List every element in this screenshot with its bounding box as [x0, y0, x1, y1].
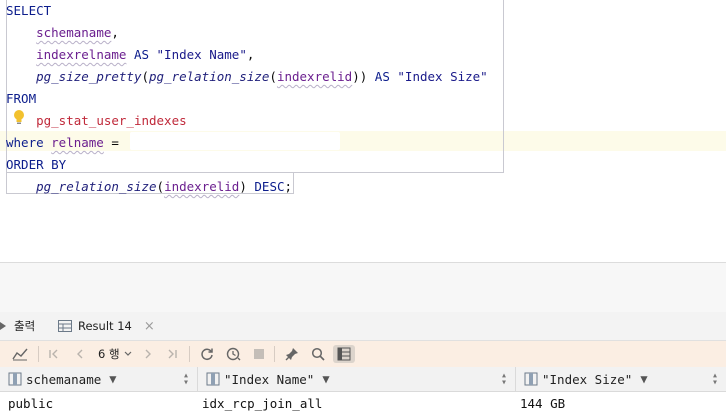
code-token: "Index Name" — [156, 47, 247, 62]
filter-icon[interactable]: ▼ — [640, 372, 647, 386]
code-token: , — [111, 25, 119, 40]
stop-icon[interactable] — [251, 345, 267, 363]
previous-page-icon[interactable] — [72, 345, 88, 363]
code-line[interactable]: SELECT — [6, 0, 488, 22]
grid-header: schemaname ▼ ▴ ▾ "Index Name" ▼ ▴ ▾ "Index… — [0, 367, 726, 392]
sort-icon[interactable]: ▴ ▾ — [183, 371, 189, 388]
search-icon[interactable] — [309, 345, 327, 363]
code-token: pg_size_pretty — [36, 69, 142, 84]
tab-result-label: Result 14 — [78, 319, 132, 333]
code-token: , — [246, 47, 255, 62]
code-token: ORDER BY — [6, 157, 67, 172]
code-token: DESC — [254, 179, 285, 194]
column-name: "Index Name" — [224, 371, 315, 387]
column-icon — [524, 372, 538, 386]
code-token: indexrelname — [36, 47, 127, 62]
services-tabs: 출력 Result 14 × — [0, 312, 726, 341]
code-line[interactable]: schemaname, — [6, 22, 488, 44]
code-token: indexrelid — [164, 179, 240, 194]
first-page-icon[interactable] — [46, 345, 62, 363]
code-line[interactable]: ORDER BY — [6, 154, 488, 176]
code-token: ) — [239, 179, 255, 194]
table-cell[interactable]: 144 GB — [520, 392, 565, 414]
tab-output[interactable]: 출력 — [0, 312, 35, 340]
table-icon — [58, 320, 72, 332]
code-token: schemaname — [36, 25, 112, 40]
tab-output-label: 출력 — [14, 319, 36, 333]
column-header-schemaname[interactable]: schemaname ▼ ▴ ▾ — [0, 367, 198, 391]
column-header-index-size[interactable]: "Index Size" ▼ ▴ ▾ — [516, 367, 726, 391]
code-area[interactable]: SELECT schemaname, indexrelname AS "Inde… — [6, 0, 488, 198]
code-token: = — [103, 135, 119, 150]
filter-icon[interactable]: ▼ — [109, 372, 116, 386]
output-icon — [0, 322, 6, 330]
code-token: AS — [126, 47, 157, 62]
code-token: SELECT — [6, 3, 52, 18]
code-token: pg_relation_size — [36, 179, 157, 194]
code-token: ( — [141, 69, 149, 84]
toolbar-separator — [38, 346, 39, 362]
chart-icon[interactable] — [10, 345, 30, 363]
code-token: AS — [367, 69, 398, 84]
result-grid[interactable]: schemaname ▼ ▴ ▾ "Index Name" ▼ ▴ ▾ "Index… — [0, 367, 726, 415]
sql-editor[interactable]: SELECT schemaname, indexrelname AS "Inde… — [0, 0, 726, 262]
refresh-icon[interactable] — [198, 345, 216, 363]
code-line[interactable]: where relname = — [6, 132, 488, 154]
code-token: where — [6, 135, 52, 150]
code-line[interactable]: indexrelname AS "Index Name", — [6, 44, 488, 66]
code-line[interactable]: pg_stat_user_indexes — [6, 110, 488, 132]
filter-icon[interactable]: ▼ — [322, 372, 329, 386]
tab-result[interactable]: Result 14 × — [58, 312, 155, 340]
sort-icon[interactable]: ▴ ▾ — [501, 371, 507, 388]
row-count-label: 6 행 — [98, 347, 120, 361]
code-token: indexrelid — [276, 69, 353, 84]
pin-icon[interactable] — [283, 345, 301, 363]
sort-icon[interactable]: ▴ ▾ — [712, 371, 718, 388]
column-name: schemaname — [26, 371, 102, 387]
row-count-selector[interactable]: 6 행 — [98, 345, 132, 363]
close-icon[interactable]: × — [144, 319, 155, 334]
table-cell[interactable]: idx_rcp_join_all — [202, 392, 322, 414]
code-token: relname — [51, 135, 104, 150]
chevron-down-icon — [124, 351, 131, 356]
lightbulb-icon[interactable] — [12, 109, 26, 125]
code-line[interactable]: FROM — [6, 88, 488, 110]
toolbar-edge — [0, 345, 6, 363]
code-line[interactable]: pg_relation_size(indexrelid) DESC; — [6, 176, 488, 198]
code-token: pg_relation_size — [149, 69, 270, 84]
panel-splitter[interactable] — [0, 262, 726, 313]
code-token: ( — [156, 179, 165, 194]
column-header-index-name[interactable]: "Index Name" ▼ ▴ ▾ — [198, 367, 516, 391]
last-page-icon[interactable] — [164, 345, 180, 363]
toolbar-separator — [274, 346, 275, 362]
column-icon — [206, 372, 220, 386]
grid-view-icon[interactable] — [333, 345, 355, 363]
code-token: ( — [269, 69, 277, 84]
code-token: )) — [352, 69, 368, 84]
next-page-icon[interactable] — [140, 345, 156, 363]
code-token: pg_stat_user_indexes — [36, 113, 187, 128]
column-icon — [8, 372, 22, 386]
result-toolbar: 6 행 — [0, 341, 726, 368]
toolbar-separator — [189, 346, 190, 362]
history-icon[interactable] — [224, 345, 244, 363]
code-token: ; — [284, 179, 293, 194]
code-token: FROM — [6, 91, 37, 106]
code-line[interactable]: pg_size_pretty(pg_relation_size(indexrel… — [6, 66, 488, 88]
column-name: "Index Size" — [542, 371, 633, 387]
table-cell[interactable]: public — [8, 392, 53, 414]
code-token: "Index Size" — [397, 69, 488, 84]
